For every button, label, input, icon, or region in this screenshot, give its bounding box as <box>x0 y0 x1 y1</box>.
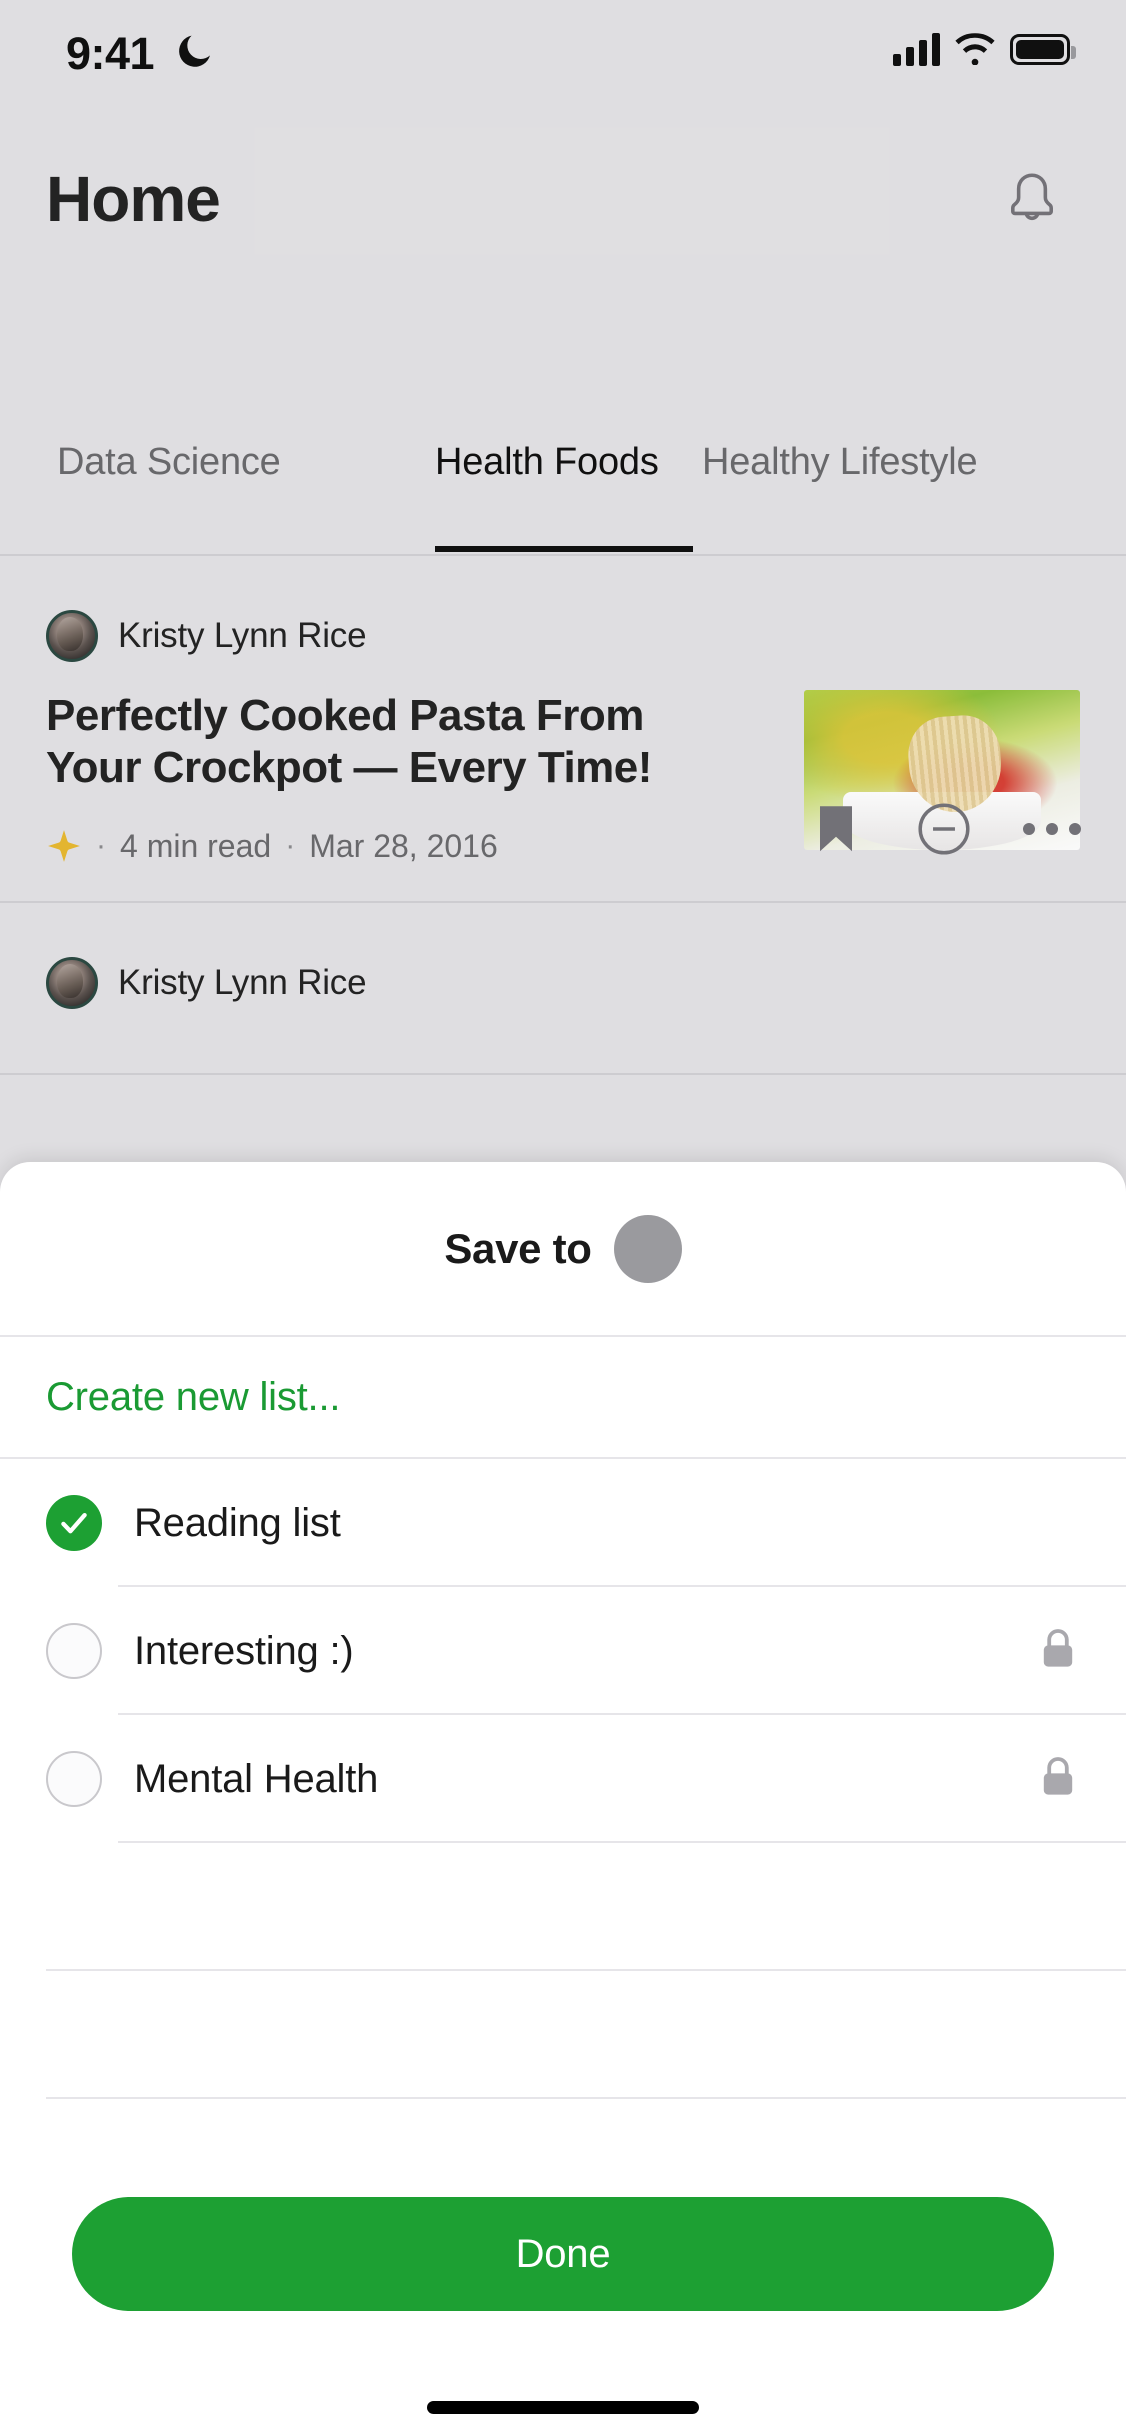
done-button-container: Done <box>0 2197 1126 2311</box>
lock-icon <box>1036 1625 1080 1678</box>
list-placeholder-row <box>0 1843 1126 1971</box>
lock-icon <box>1036 1753 1080 1806</box>
sheet-header: Save to <box>0 1162 1126 1337</box>
save-to-bottom-sheet: Save to Create new list... Reading list … <box>0 1162 1126 2436</box>
check-icon <box>61 1512 87 1534</box>
home-indicator <box>427 2401 699 2414</box>
list-item[interactable]: Mental Health <box>0 1715 1126 1843</box>
create-new-list-button[interactable]: Create new list... <box>0 1337 1126 1459</box>
checkbox-unchecked[interactable] <box>46 1623 102 1679</box>
user-avatar-placeholder <box>613 1214 682 1283</box>
phone-screen: 9:41 Home Data Science Health Foods Heal <box>0 0 1126 2436</box>
list-name: Interesting :) <box>134 1628 354 1673</box>
list-name: Reading list <box>134 1500 341 1545</box>
sheet-title: Save to <box>444 1224 592 1272</box>
list-name: Mental Health <box>134 1756 379 1801</box>
list-item[interactable]: Reading list <box>0 1459 1126 1587</box>
list-item[interactable]: Interesting :) <box>0 1587 1126 1715</box>
checkbox-checked[interactable] <box>46 1495 102 1551</box>
list-placeholder-row <box>0 1971 1126 2099</box>
create-new-list-label: Create new list... <box>46 1374 341 1419</box>
checkbox-unchecked[interactable] <box>46 1751 102 1807</box>
done-button[interactable]: Done <box>72 2197 1054 2311</box>
